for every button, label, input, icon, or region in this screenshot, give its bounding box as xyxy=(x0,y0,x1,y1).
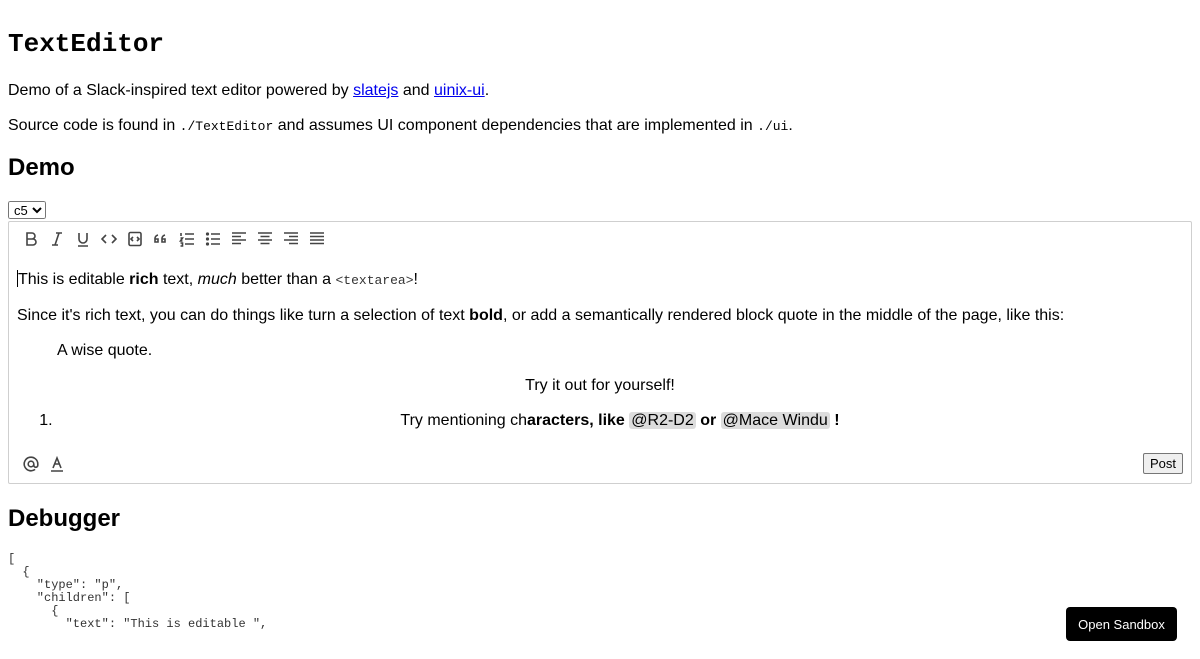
debugger-json-output: [ { "type": "p", "children": [ { "text":… xyxy=(8,552,268,631)
mention-chip[interactable]: @Mace Windu xyxy=(720,412,830,429)
editor-footer-toolbar xyxy=(18,454,70,474)
code-block-button[interactable] xyxy=(122,229,148,249)
quote-button[interactable] xyxy=(148,229,174,249)
slatejs-link[interactable]: slatejs xyxy=(353,82,398,99)
at-sign-icon xyxy=(23,456,39,472)
centered-paragraph[interactable]: Try it out for yourself! xyxy=(17,376,1183,395)
mention-chip[interactable]: @R2-D2 xyxy=(629,412,696,429)
demo-heading: Demo xyxy=(8,154,75,181)
align-right-icon xyxy=(284,232,298,245)
align-center-button[interactable] xyxy=(252,229,278,249)
text-format-icon xyxy=(51,456,63,472)
align-right-button[interactable] xyxy=(278,229,304,249)
quote-icon xyxy=(154,234,166,243)
ordered-list-button[interactable] xyxy=(174,229,200,249)
align-center-icon xyxy=(258,232,272,245)
bold-icon xyxy=(26,232,37,246)
open-sandbox-button[interactable]: Open Sandbox xyxy=(1066,607,1177,641)
uinix-ui-link[interactable]: uinix-ui xyxy=(434,82,485,99)
source-path-texteditor: ./TextEditor xyxy=(179,119,274,134)
bold-text: aracters, like @R2-D2 or @Mace Windu ! xyxy=(526,412,840,429)
bulleted-list-button[interactable] xyxy=(200,229,226,249)
italic-button[interactable] xyxy=(44,229,70,249)
inline-code: <textarea> xyxy=(335,273,414,288)
italic-text: much xyxy=(197,271,237,288)
post-button[interactable]: Post xyxy=(1142,453,1183,474)
align-left-button[interactable] xyxy=(226,229,252,249)
ordered-list-icon xyxy=(179,233,194,247)
list-item[interactable]: Try mentioning characters, like @R2-D2 o… xyxy=(57,411,1183,430)
block-quote[interactable]: A wise quote. xyxy=(57,341,1183,360)
align-left-icon xyxy=(232,232,246,245)
page-title: TextEditor xyxy=(8,29,165,59)
bold-text: bold xyxy=(469,307,503,324)
source-text-middle: and assumes UI component dependencies th… xyxy=(273,117,758,134)
code-icon xyxy=(101,234,117,244)
intro-text-end: . xyxy=(484,82,490,99)
editor-paragraph-1[interactable]: This is editable rich text, much better … xyxy=(17,270,1183,290)
page: TextEditor Demo of a Slack-inspired text… xyxy=(0,29,1200,631)
intro-text-and: and xyxy=(398,82,435,99)
text-format-button[interactable] xyxy=(44,454,70,474)
text-editor: This is editable rich text, much better … xyxy=(8,221,1192,484)
source-text-end: . xyxy=(788,117,793,134)
ordered-list: Try mentioning characters, like @R2-D2 o… xyxy=(17,411,1183,430)
intro-text: Demo of a Slack-inspired text editor pow… xyxy=(8,82,354,99)
code-button[interactable] xyxy=(96,229,122,249)
italic-icon xyxy=(52,232,62,246)
intro-paragraph: Demo of a Slack-inspired text editor pow… xyxy=(8,81,1192,100)
bold-button[interactable] xyxy=(18,229,44,249)
editor-paragraph-2[interactable]: Since it's rich text, you can do things … xyxy=(17,306,1183,325)
source-path-ui: ./ui xyxy=(757,119,789,134)
formatting-toolbar xyxy=(18,229,330,249)
bold-text: rich xyxy=(129,271,159,288)
source-paragraph: Source code is found in ./TextEditor and… xyxy=(8,116,1192,136)
align-justify-button[interactable] xyxy=(304,229,330,249)
source-text: Source code is found in xyxy=(8,117,180,134)
bulleted-list-icon xyxy=(205,232,220,246)
code-block-icon xyxy=(128,231,142,247)
underline-button[interactable] xyxy=(70,229,96,249)
variant-select[interactable]: c5 xyxy=(8,201,46,219)
align-justify-icon xyxy=(310,232,324,245)
debugger-heading: Debugger xyxy=(8,505,121,532)
editor-content[interactable]: This is editable rich text, much better … xyxy=(17,270,1183,430)
mention-button[interactable] xyxy=(18,454,44,474)
underline-icon xyxy=(78,233,88,247)
